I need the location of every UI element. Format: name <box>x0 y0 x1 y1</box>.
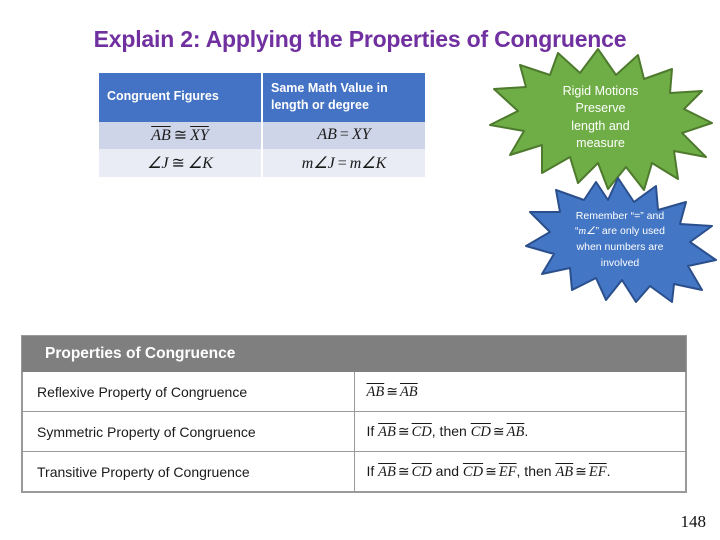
table-row: Transitive Property of Congruence If AB ≅… <box>22 451 686 492</box>
properties-header-row: Properties of Congruence <box>22 336 686 372</box>
congruence-operator: ≅ <box>485 464 497 480</box>
segment-label: CD <box>411 423 432 440</box>
statement-text: . <box>524 422 529 439</box>
property-statement-transitive: If AB ≅ CD and CD ≅ EF, then AB ≅ EF. <box>353 451 686 492</box>
property-name-reflexive: Reflexive Property of Congruence <box>22 371 355 412</box>
segment-label: AB <box>366 383 385 400</box>
congruence-operator: ≅ <box>492 424 505 440</box>
property-statement-symmetric: If AB ≅ CD, then CD ≅ AB. <box>353 411 686 452</box>
cell-equal-angle-measures: m∠J = m∠K <box>262 148 425 177</box>
segment-label: EF <box>588 463 607 480</box>
slide-canvas: Explain 2: Applying the Properties of Co… <box>0 0 720 540</box>
statement-text: If <box>366 422 379 439</box>
segment-label: AB <box>378 423 396 440</box>
cell-congruent-angles: ∠J ≅ ∠K <box>99 148 263 177</box>
column-header-same-math-value: Same Math Value in length or degree <box>262 73 425 122</box>
table-row: AB ≅ XY AB = XY <box>99 121 425 149</box>
segment-label: CD <box>411 463 432 480</box>
congruence-operator: ≅ <box>386 384 398 400</box>
congruence-operator: ≅ <box>397 424 410 440</box>
segment-ab: AB <box>151 127 171 145</box>
statement-text: . <box>606 462 611 479</box>
blue-starburst-callout: Remember “=” and “m∠” are only used when… <box>522 176 718 304</box>
starburst-shape-blue <box>525 177 717 303</box>
column-header-congruent-figures: Congruent Figures <box>99 73 263 122</box>
property-name-symmetric: Symmetric Property of Congruence <box>22 411 355 452</box>
table-row: ∠J ≅ ∠K m∠J = m∠K <box>99 148 425 177</box>
green-starburst-callout: Rigid Motions Preserve length and measur… <box>488 47 713 192</box>
cell-equal-lengths: AB = XY <box>262 121 425 149</box>
property-statement-reflexive: AB ≅ AB <box>353 371 686 412</box>
segment-label: AB <box>506 423 525 440</box>
measure-angle-k: m∠K <box>349 154 387 172</box>
angle-k: ∠K <box>187 154 213 172</box>
congruence-operator: ≅ <box>173 127 188 145</box>
segment-label: AB <box>399 383 418 400</box>
segment-label: AB <box>378 463 396 480</box>
congruent-figures-table: Congruent Figures Same Math Value in len… <box>99 73 425 177</box>
angle-j: ∠J <box>147 154 169 172</box>
measure-angle-j: m∠J <box>301 154 335 172</box>
table-header-row: Congruent Figures Same Math Value in len… <box>99 73 425 122</box>
properties-of-congruence-table: Properties of Congruence Reflexive Prope… <box>22 336 686 492</box>
statement-text: If <box>366 462 379 479</box>
congruence-operator: ≅ <box>397 464 410 480</box>
table-row: Reflexive Property of Congruence AB ≅ AB <box>22 371 686 412</box>
equals-operator: = <box>339 126 349 144</box>
segment-label: CD <box>470 423 491 440</box>
segment-label: CD <box>462 463 484 480</box>
congruence-operator: ≅ <box>171 154 185 172</box>
cell-congruent-segments: AB ≅ XY <box>99 121 263 149</box>
length-xy: XY <box>351 126 371 144</box>
statement-text: , then <box>516 462 556 479</box>
properties-table-title: Properties of Congruence <box>22 336 686 372</box>
statement-text: and <box>431 462 463 479</box>
starburst-shape-green <box>489 48 713 191</box>
segment-label: EF <box>498 463 517 480</box>
page-number: 148 <box>680 512 707 531</box>
equals-operator: = <box>337 154 347 172</box>
table-row: Symmetric Property of Congruence If AB ≅ C… <box>22 411 686 452</box>
segment-xy: XY <box>190 127 209 145</box>
congruence-operator: ≅ <box>575 464 587 480</box>
statement-text: , then <box>431 422 471 439</box>
property-name-transitive: Transitive Property of Congruence <box>22 451 355 492</box>
segment-label: AB <box>555 463 574 480</box>
length-ab: AB <box>317 126 337 144</box>
